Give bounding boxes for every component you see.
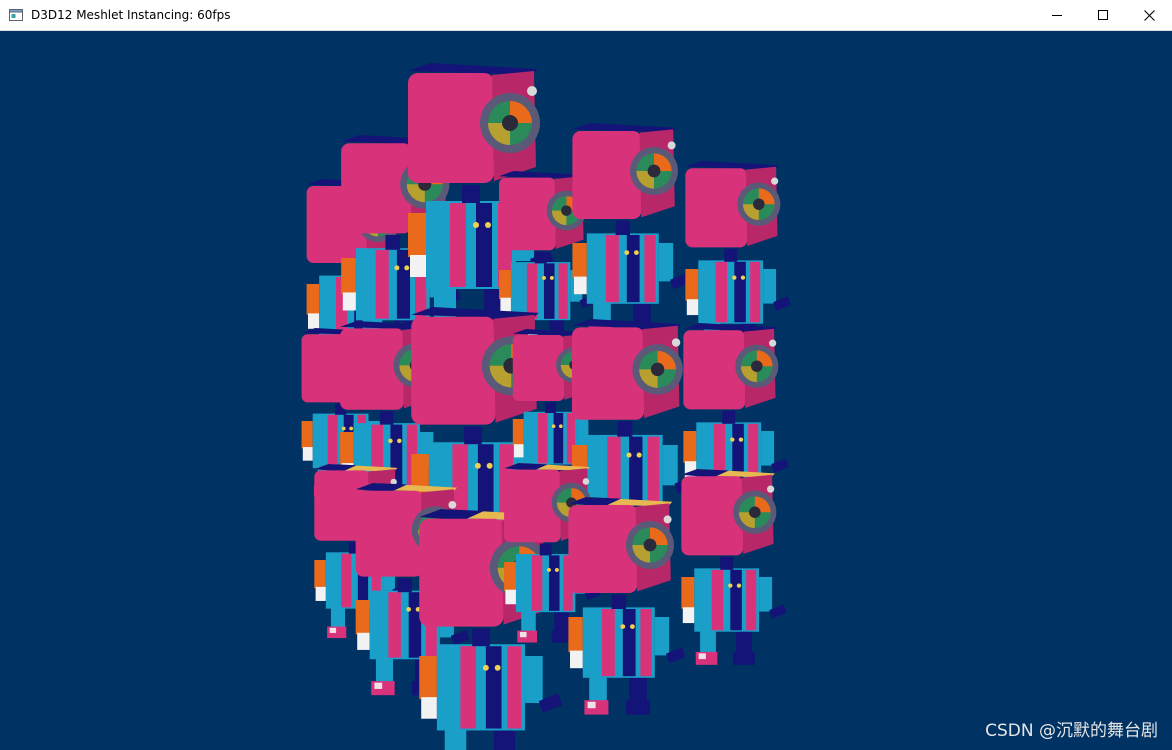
window-title: D3D12 Meshlet Instancing: 60fps [31,7,230,23]
maximize-button[interactable] [1080,0,1126,30]
robot-instance [568,497,685,715]
robot-instance [681,469,786,665]
app-window-icon [9,9,23,21]
app-window: D3D12 Meshlet Instancing: 60fps CSDN @沉默… [0,0,1172,750]
robot-instance [572,123,689,341]
maximize-icon [1098,10,1108,20]
minimize-icon [1052,10,1062,20]
title-bar[interactable]: D3D12 Meshlet Instancing: 60fps [0,0,1172,31]
close-icon [1144,10,1155,21]
meshlet-robot-scene [0,31,1172,750]
render-viewport[interactable]: CSDN @沉默的舞台剧 [0,31,1172,750]
minimize-button[interactable] [1034,0,1080,30]
watermark-text: CSDN @沉默的舞台剧 [985,720,1158,742]
robot-instances [302,63,791,750]
close-button[interactable] [1126,0,1172,30]
